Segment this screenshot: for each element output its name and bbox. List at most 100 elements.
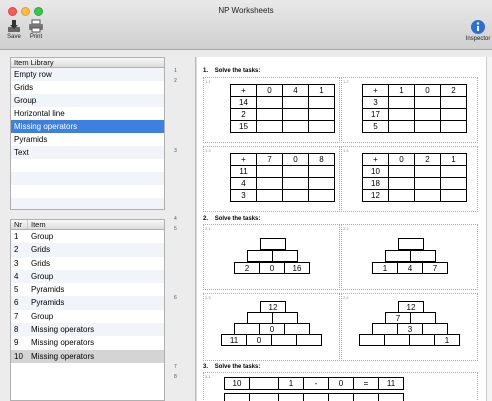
table-row[interactable]: 3 Grids [11, 257, 164, 270]
ruler-label: 8 [174, 374, 177, 380]
grid-cell: 1 [308, 84, 335, 97]
missing-operators-row-partial [224, 393, 404, 401]
operand-cell: 10 [224, 377, 250, 390]
section-heading: 2. Solve the tasks: [203, 216, 260, 222]
grid-cell: 1 [388, 84, 415, 97]
library-item[interactable]: Grids [11, 81, 164, 94]
task-sublabel: 1.3 [205, 148, 211, 153]
grid-cell: 4 [230, 177, 257, 190]
table-row-selected[interactable]: 10 Missing operators [11, 349, 164, 363]
row-item: Pyramids [31, 285, 65, 295]
library-item[interactable]: Group [11, 94, 164, 107]
vertical-scrollbar[interactable] [486, 57, 492, 401]
pyramid-cell: 1 [434, 334, 460, 346]
grid-task-box[interactable]: 1.4 +0 2 1 10 18 12 [341, 146, 478, 212]
grid-task-box[interactable]: 1.3 +7 0 8 11 4 3 [203, 146, 340, 212]
table-row[interactable]: 6 Pyramids [11, 296, 164, 310]
addition-grid: +0 4 1 14 2 15 [230, 84, 335, 133]
row-item: Missing operators [31, 325, 95, 335]
equals-cell: = [353, 377, 379, 390]
task-sublabel: 1.1 [205, 79, 211, 84]
pyramid-cell [296, 334, 322, 346]
row-nr: 8 [14, 325, 19, 335]
operand-cell: 0 [328, 377, 354, 390]
library-item-selected[interactable]: Missing operators [11, 120, 164, 133]
library-item[interactable]: Pyramids [11, 133, 164, 146]
empty-row [11, 198, 164, 209]
task-sublabel: 2.4 [343, 295, 349, 300]
grid-cell: 15 [230, 120, 257, 133]
row-nr: 6 [14, 298, 19, 308]
inspector-button[interactable]: Inspector [464, 19, 492, 42]
section-title: Solve the tasks: [214, 216, 261, 222]
grid-cell: 10 [362, 165, 389, 178]
title-bar: NP Worksheets Save Print Inspector [0, 0, 492, 50]
empty-row [11, 185, 164, 198]
print-button[interactable]: Print [23, 19, 49, 40]
library-header[interactable]: Item Library [11, 58, 164, 68]
grid-cell: + [230, 153, 257, 166]
grid-cell: 2 [414, 153, 441, 166]
pyramid-cell [410, 250, 436, 262]
task-sublabel: 2.1 [205, 226, 211, 231]
item-library-panel: Item Library Empty row Grids Group Horiz… [10, 57, 165, 210]
grid-task-box[interactable]: 1.1 +0 4 1 14 2 15 [203, 77, 340, 143]
pyramid-cell [260, 238, 286, 250]
grid-cell: 1 [440, 153, 467, 166]
table-row[interactable]: 2 Grids [11, 243, 164, 257]
operand-cell: 1 [278, 377, 304, 390]
library-item[interactable]: Empty row [11, 68, 164, 81]
task-sublabel: 2.2 [343, 226, 349, 231]
pyramid-cell: 0 [259, 262, 285, 274]
empty-row [11, 172, 164, 185]
line-number-ruler: 1 2 3 4 5 6 7 8 [170, 57, 196, 401]
pyramid-cell: 0 [246, 334, 272, 346]
grid-cell: 0 [282, 153, 309, 166]
ruler-label: 5 [174, 226, 177, 232]
task-sublabel: 3.1 [205, 374, 211, 379]
library-item[interactable]: Text [11, 146, 164, 159]
table-row[interactable]: 1 Group [11, 230, 164, 243]
library-item[interactable]: Horizontal line [11, 107, 164, 120]
addition-grid: +7 0 8 11 4 3 [230, 153, 335, 202]
table-row[interactable]: 4 Group [11, 269, 164, 284]
row-nr: 10 [14, 351, 23, 361]
grid-cell: + [230, 84, 257, 97]
grid-task-box[interactable]: 1.2 +1 0 2 3 17 5 [341, 77, 478, 143]
row-nr: 1 [14, 232, 19, 241]
ruler-label: 6 [174, 295, 177, 301]
grid-cell: 11 [230, 165, 257, 178]
grid-cell: 8 [308, 153, 335, 166]
pyramid-cell [409, 334, 435, 346]
table-row[interactable]: 8 Missing operators [11, 323, 164, 337]
section-title: Solve the tasks: [214, 364, 261, 370]
grid-cell: 18 [362, 177, 389, 190]
section-number: 1. [203, 68, 209, 74]
table-row[interactable]: 9 Missing operators [11, 336, 164, 349]
pyramid-cell: 7 [422, 262, 448, 274]
addition-grid: +1 0 2 3 17 5 [362, 84, 467, 133]
result-cell: 11 [378, 377, 404, 390]
pyramid-cell [385, 250, 411, 262]
pyramid-task-box[interactable]: 2.1 2 0 16 [203, 224, 340, 290]
info-icon [471, 20, 485, 34]
section-heading: 3. Solve the tasks: [203, 364, 260, 370]
worksheet-items-panel: Nr Item 1 Group 2 Grids 3 Grids 4 Group 5 Pyr… [10, 219, 165, 401]
task-sublabel: 1.2 [343, 79, 349, 84]
grid-cell: 3 [362, 96, 389, 109]
grid-cell: 2 [230, 108, 257, 121]
table-row[interactable]: 7 Group [11, 310, 164, 323]
row-nr: 3 [14, 258, 19, 268]
pyramid-task-box[interactable]: 2.4 12 7 3 1 [341, 293, 478, 361]
item-column-header[interactable]: Item [28, 220, 46, 229]
grid-cell: 12 [362, 189, 389, 202]
operators-task-box[interactable]: 3.1 10 1 - 0 = 11 [203, 372, 478, 401]
grid-cell: 3 [230, 189, 257, 202]
pyramid-task-box[interactable]: 2.2 1 4 7 [341, 224, 478, 290]
grid-cell: 2 [440, 84, 467, 97]
pyramid-task-box[interactable]: 2.3 12 0 11 0 [203, 293, 340, 361]
nr-column-header[interactable]: Nr [11, 220, 28, 229]
section-title: Solve the tasks: [214, 68, 261, 74]
table-row[interactable]: 5 Pyramids [11, 283, 164, 296]
grid-cell: + [362, 153, 389, 166]
